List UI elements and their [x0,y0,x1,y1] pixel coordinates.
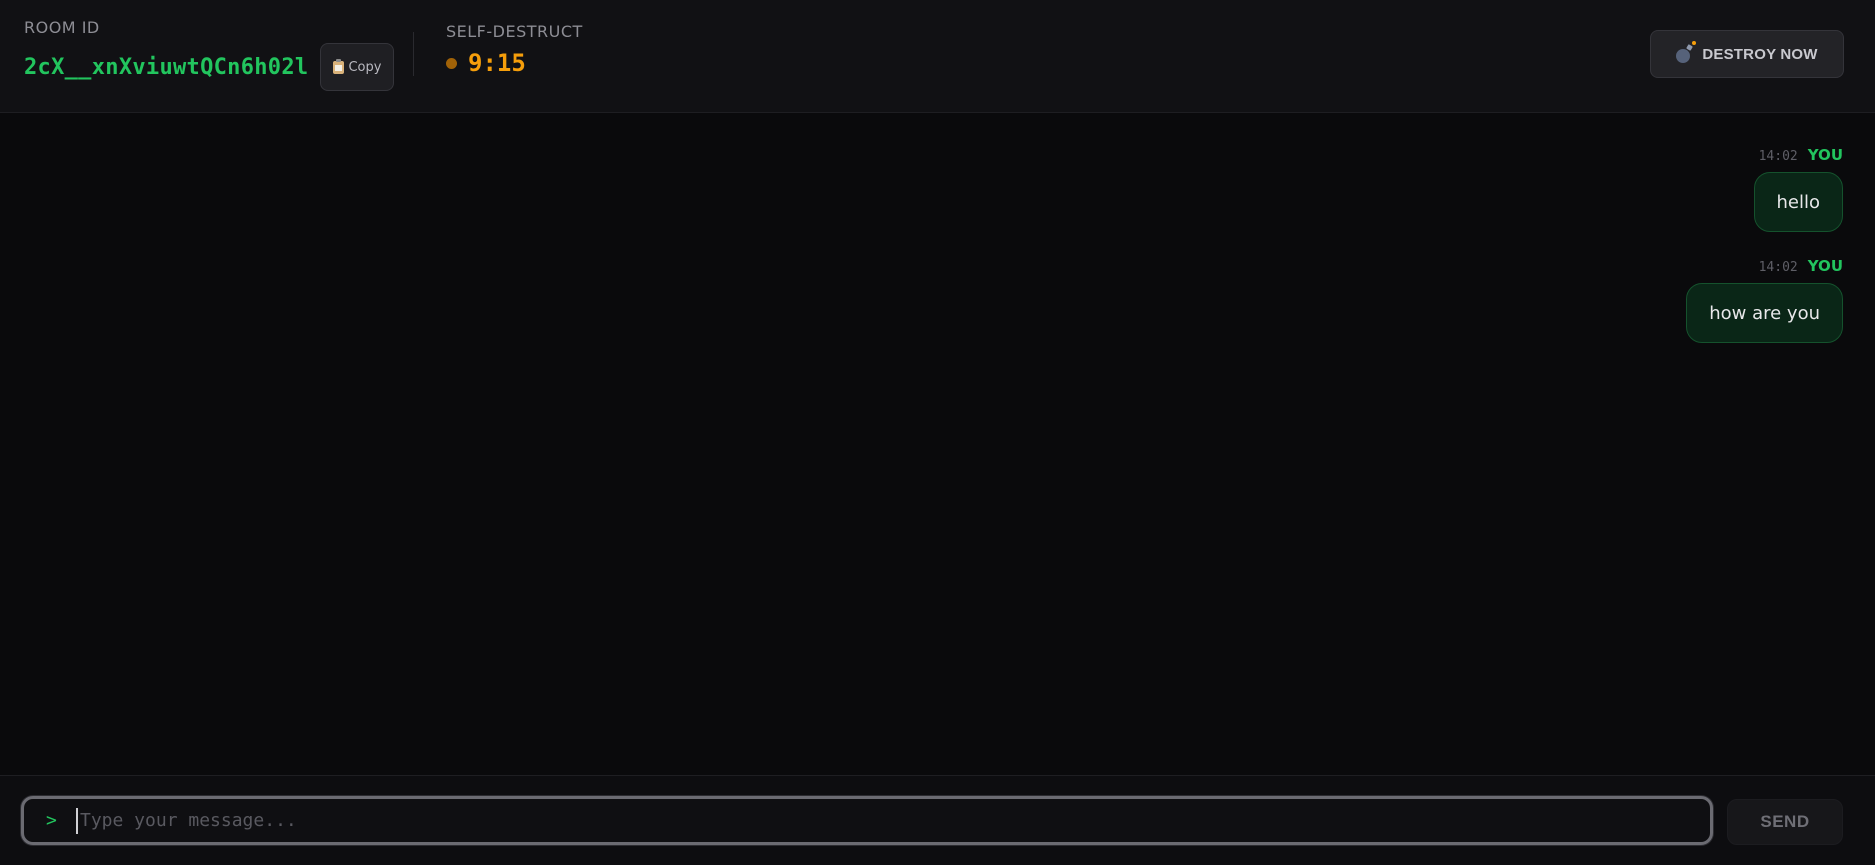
status-dot-icon [446,57,457,69]
room-id-value: 2cX__xnXviuwtQCn6h02l [24,54,309,80]
room-id-row: 2cX__xnXviuwtQCn6h02l Copy [24,43,395,91]
message-list: 14:02 YOU hello 14:02 YOU how are you [0,113,1875,775]
destroy-now-button[interactable]: DESTROY NOW [1650,30,1844,78]
message-sender: YOU [1807,146,1843,164]
send-button[interactable]: SEND [1727,799,1843,845]
prompt-icon: > [46,810,57,831]
copy-button-label: Copy [348,59,382,75]
message-meta: 14:02 YOU [1759,257,1843,275]
timer-row: 9:15 [446,49,583,77]
message-bubble: how are you [1686,283,1843,343]
message-sender: YOU [1807,257,1843,275]
message-input-wrapper[interactable]: > [21,796,1713,845]
self-destruct-timer: 9:15 [468,49,526,77]
header-divider [413,32,414,76]
destroy-button-label: DESTROY NOW [1702,45,1818,63]
message-composer: > SEND [0,775,1875,865]
clipboard-icon [333,58,345,74]
message-item: 14:02 YOU hello [1753,146,1843,232]
bomb-icon [1676,41,1697,63]
self-destruct-section: SELF-DESTRUCT 9:15 [446,22,583,77]
room-id-section: ROOM ID 2cX__xnXviuwtQCn6h02l Copy [24,18,395,91]
message-input[interactable] [76,807,1710,834]
message-bubble: hello [1753,172,1843,232]
message-item: 14:02 YOU how are you [1686,257,1843,343]
room-id-label: ROOM ID [24,18,100,37]
self-destruct-label: SELF-DESTRUCT [446,22,583,41]
message-time: 14:02 [1758,260,1798,275]
message-time: 14:02 [1758,149,1798,164]
copy-room-id-button[interactable]: Copy [320,43,395,91]
room-header: ROOM ID 2cX__xnXviuwtQCn6h02l Copy SELF-… [0,0,1875,113]
message-meta: 14:02 YOU [1759,146,1843,164]
chat-room-app: ROOM ID 2cX__xnXviuwtQCn6h02l Copy SELF-… [0,0,1875,865]
